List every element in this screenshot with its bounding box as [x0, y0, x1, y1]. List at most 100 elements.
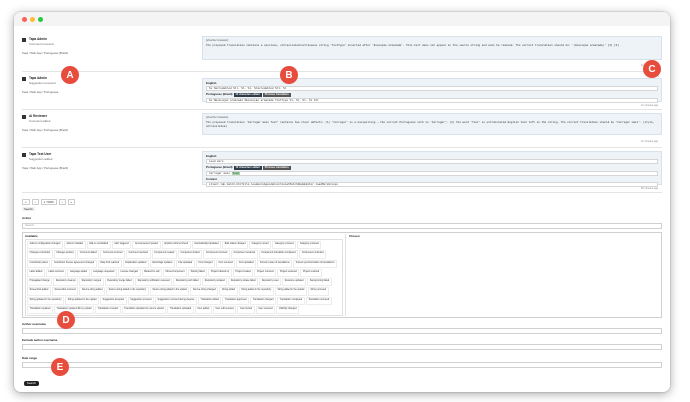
action-option[interactable]: Component translation completed — [258, 250, 299, 259]
action-option[interactable]: Marked for edit — [141, 268, 163, 277]
action-option[interactable]: Translation changed — [250, 296, 277, 305]
action-option[interactable]: Translation approved — [222, 296, 250, 305]
action-option[interactable]: User invited — [237, 305, 255, 314]
action-option[interactable]: Automatically translated — [191, 241, 222, 250]
action-option[interactable]: Component renamed — [230, 250, 258, 259]
action-option[interactable]: Visibility changed — [276, 305, 300, 314]
action-option[interactable]: Font uploaded — [236, 259, 257, 268]
exclude-author-input[interactable] — [22, 344, 662, 350]
action-option[interactable]: Alert triggered — [111, 241, 132, 250]
avatar[interactable] — [22, 153, 26, 157]
author-input[interactable] — [22, 328, 662, 334]
action-option[interactable]: Resource updated — [282, 278, 307, 287]
action-option[interactable]: Translation reverted — [95, 305, 121, 314]
breadcrumb[interactable]: Tapa / Web App / Portuguese — [22, 90, 198, 94]
action-option[interactable]: String added in the repository — [238, 287, 274, 296]
action-option[interactable]: Comment added — [77, 250, 100, 259]
next-page-button[interactable]: › — [58, 199, 66, 205]
action-option[interactable]: Extra flags updated — [149, 259, 175, 268]
action-option[interactable]: Source string added in the repository — [105, 287, 149, 296]
action-option[interactable]: Repository reset — [259, 278, 282, 287]
minimize-window-button[interactable] — [30, 17, 35, 22]
action-option[interactable]: Source string changed — [190, 287, 219, 296]
action-option[interactable]: String removed — [307, 287, 329, 296]
action-option[interactable]: Project renamed — [277, 268, 300, 277]
action-option[interactable]: Comment removed — [100, 250, 126, 259]
action-option[interactable]: Project backed up — [208, 268, 232, 277]
action-option[interactable]: Translation completed — [277, 296, 305, 305]
action-option[interactable]: Repository rebased — [202, 278, 228, 287]
action-option[interactable]: Parsing failed — [188, 268, 208, 277]
action-option[interactable]: Contributor joined — [27, 259, 51, 268]
action-option[interactable]: String added — [219, 287, 238, 296]
action-option[interactable]: Changes pushed — [53, 250, 77, 259]
action-option[interactable]: Suggestion removed — [127, 296, 154, 305]
action-option[interactable]: String added in the upload — [274, 287, 307, 296]
action-option[interactable]: Component unlocked — [299, 250, 327, 259]
action-search-input[interactable]: Search... — [22, 223, 662, 229]
action-option[interactable]: Translation added — [197, 296, 222, 305]
avatar[interactable] — [22, 38, 26, 42]
action-option[interactable]: Forced synchronization of translations — [293, 259, 337, 268]
previous-translation-badge[interactable]: Previous translation — [262, 93, 291, 97]
avatar[interactable] — [22, 77, 26, 81]
action-option[interactable]: Repository notification received — [135, 278, 173, 287]
date-range-input[interactable] — [22, 362, 662, 368]
maximize-window-button[interactable] — [38, 17, 43, 22]
action-option[interactable]: String updated in the upload — [65, 296, 100, 305]
action-option[interactable]: License changed — [117, 268, 141, 277]
action-option[interactable]: Announcement posted — [132, 241, 161, 250]
action-option[interactable]: Source string added — [79, 287, 105, 296]
action-option[interactable]: Screenshot removed — [51, 287, 79, 296]
avatar[interactable] — [22, 115, 26, 119]
action-option[interactable]: Label added — [27, 268, 45, 277]
prev-page-button[interactable]: ‹ — [31, 199, 39, 205]
action-option[interactable]: Label removed — [45, 268, 67, 277]
action-option[interactable]: Project removed — [254, 268, 277, 277]
action-option[interactable]: Repository rebase failed — [228, 278, 259, 287]
action-option[interactable]: Language requested — [90, 268, 117, 277]
action-option[interactable]: Suggestion accepted — [100, 296, 127, 305]
action-option[interactable]: Font changed — [195, 259, 216, 268]
search-button[interactable]: Search — [24, 381, 39, 386]
action-option[interactable]: Source string added in the upload — [149, 287, 190, 296]
action-option[interactable]: Component locked — [177, 250, 203, 259]
action-option[interactable]: Repository merged — [79, 278, 104, 287]
previous-translation-badge[interactable]: Previous translation — [262, 166, 291, 170]
action-option[interactable]: File uploaded — [175, 259, 195, 268]
breadcrumb[interactable]: Tapa / Web App / Portuguese (Brazil) — [22, 128, 198, 132]
action-option[interactable]: Translation uploaded by source upload — [121, 305, 167, 314]
chosen-actions[interactable]: Chosen — [345, 234, 660, 316]
action-option[interactable]: User added — [194, 305, 212, 314]
action-option[interactable]: Component created — [151, 250, 177, 259]
breadcrumb[interactable]: Tapa / Web App / Portuguese (Brazil) — [22, 166, 198, 170]
action-option[interactable]: Moved component — [163, 268, 188, 277]
action-option[interactable]: Daily limit reached — [97, 259, 122, 268]
action-option[interactable]: Bulk status changed — [222, 241, 249, 250]
action-option[interactable]: Category moved — [249, 241, 272, 250]
action-option[interactable]: Contributor license agreement changed — [51, 259, 97, 268]
search-toggle[interactable]: Search — [22, 207, 35, 211]
last-page-button[interactable]: » — [67, 199, 76, 205]
action-option[interactable]: Add-on uninstalled — [86, 241, 111, 250]
action-option[interactable]: Applied enforced check — [161, 241, 191, 250]
action-option[interactable]: Language added — [67, 268, 90, 277]
action-option[interactable]: Translation uploaded — [167, 305, 194, 314]
action-option[interactable]: Translation removed — [305, 296, 332, 305]
action-option[interactable]: Component removed — [203, 250, 230, 259]
breadcrumb[interactable]: Tapa / Web App / Portuguese (Brazil) — [22, 51, 198, 55]
action-option[interactable]: Add-on configuration changed — [27, 241, 63, 250]
action-option[interactable]: Forced rescan of translations — [257, 259, 293, 268]
action-option[interactable]: String updated in the repository — [27, 296, 65, 305]
close-window-button[interactable] — [22, 17, 27, 22]
action-option[interactable]: User removed — [255, 305, 276, 314]
action-option[interactable]: Category removed — [272, 241, 297, 250]
action-option[interactable]: Project created — [232, 268, 254, 277]
action-option[interactable]: Add-on installed — [63, 241, 86, 250]
action-option[interactable]: Repository merge failed — [104, 278, 135, 287]
first-page-button[interactable]: « — [22, 199, 30, 205]
action-option[interactable]: Explanation updated — [122, 259, 149, 268]
action-option[interactable]: Suggestion removed during cleanup — [154, 296, 197, 305]
action-option[interactable]: Repository push failed — [173, 278, 202, 287]
action-option[interactable]: Category renamed — [297, 241, 322, 250]
